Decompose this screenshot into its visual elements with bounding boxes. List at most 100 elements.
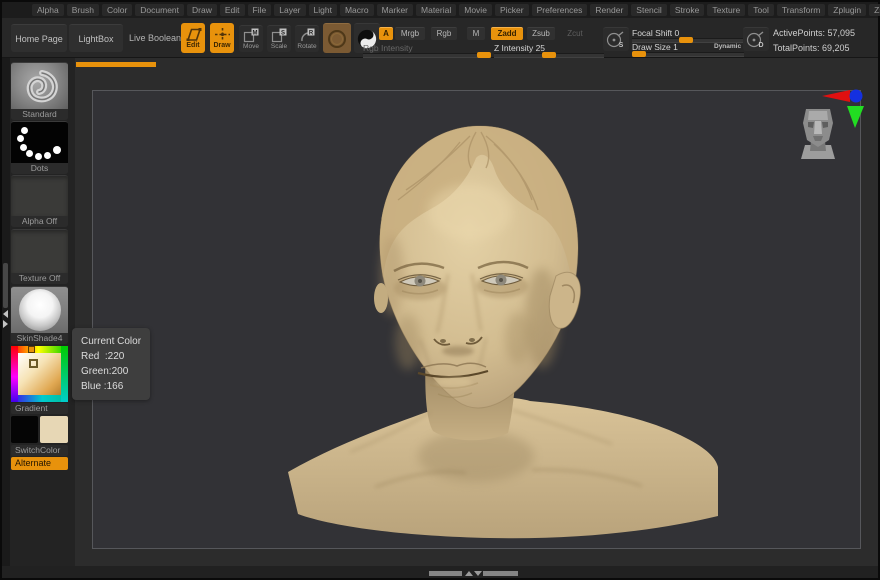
lightbox-drag-bar[interactable]: [76, 62, 156, 67]
alpha-selector[interactable]: Alpha Off: [11, 175, 68, 227]
texture-selector[interactable]: Texture Off: [11, 229, 68, 284]
gradient-label[interactable]: Gradient: [11, 403, 68, 414]
bottom-divider-left-bar[interactable]: [429, 571, 462, 576]
top-shelf: Home Page LightBox Live Boolean Edit Dra…: [2, 18, 878, 58]
hue-ring-right[interactable]: [61, 346, 68, 402]
tray-collapse-left-icon[interactable]: [3, 310, 8, 318]
edit-button[interactable]: Edit: [181, 23, 205, 53]
bottom-tray-divider: [2, 566, 878, 578]
menu-item-material[interactable]: Material: [416, 4, 456, 17]
menu-item-marker[interactable]: Marker: [377, 4, 413, 17]
switch-color-label[interactable]: SwitchColor: [11, 445, 68, 456]
standard-brush-thumbnail[interactable]: [11, 63, 68, 109]
material-selector[interactable]: SkinShade4: [11, 286, 68, 344]
zsub-toggle[interactable]: Zsub: [527, 27, 555, 40]
bottom-divider-right-bar[interactable]: [483, 571, 518, 576]
svg-text:D: D: [758, 42, 763, 49]
paint-a-toggle[interactable]: A: [379, 27, 393, 40]
secondary-color-swatch[interactable]: [40, 416, 68, 443]
current-brush-button[interactable]: [323, 23, 351, 53]
menu-item-stroke[interactable]: Stroke: [670, 4, 705, 17]
stroke-popup-button[interactable]: S: [603, 27, 629, 51]
active-points-stat: ActivePoints: 57,095: [773, 28, 855, 38]
svg-text:M: M: [253, 30, 258, 36]
scale-icon: S: [271, 28, 287, 43]
menu-item-stencil[interactable]: Stencil: [631, 4, 667, 17]
scale-button[interactable]: S Scale: [267, 25, 291, 52]
menu-item-render[interactable]: Render: [590, 4, 628, 17]
hue-ring-bottom[interactable]: [11, 395, 68, 402]
menu-item-movie[interactable]: Movie: [459, 4, 492, 17]
sculpt-model[interactable]: [280, 90, 720, 550]
edit-label: Edit: [186, 42, 199, 49]
dynamic-label[interactable]: Dynamic: [714, 43, 741, 50]
tray-expand-right-icon[interactable]: [3, 320, 8, 328]
move-button[interactable]: M Move: [239, 25, 263, 52]
mrgb-toggle[interactable]: Mrgb: [395, 27, 425, 40]
tray-close-down-icon[interactable]: [474, 571, 482, 576]
move-label: Move: [243, 44, 259, 51]
menu-item-zscript[interactable]: Zscript: [869, 4, 880, 17]
edit-quad-icon: [185, 28, 202, 41]
rotate-icon: R: [299, 28, 315, 43]
scale-label: Scale: [271, 44, 287, 51]
tray-scrollbar[interactable]: [2, 58, 10, 566]
saturation-value-square[interactable]: [18, 353, 61, 395]
brush-selector[interactable]: Standard: [11, 62, 68, 120]
menu-item-alpha[interactable]: Alpha: [32, 4, 64, 17]
menu-item-brush[interactable]: Brush: [67, 4, 99, 17]
color-picker[interactable]: [11, 346, 68, 402]
z-axis-dot-icon: [850, 90, 863, 103]
hue-ring-top[interactable]: [11, 346, 68, 353]
menu-item-macro[interactable]: Macro: [340, 4, 374, 17]
menu-item-picker[interactable]: Picker: [495, 4, 529, 17]
hue-ring-left[interactable]: [11, 346, 18, 402]
z-intensity-slider[interactable]: Z Intensity 25: [494, 43, 604, 58]
menu-item-document[interactable]: Document: [135, 4, 184, 17]
menu-item-transform[interactable]: Transform: [777, 4, 825, 17]
left-tray: Standard Dots Alpha Off Texture Off: [2, 58, 75, 566]
draw-size-handle[interactable]: [632, 51, 646, 57]
draw-button[interactable]: Draw: [210, 23, 234, 53]
menu-item-zplugin[interactable]: Zplugin: [828, 4, 866, 17]
texture-off-thumbnail[interactable]: [11, 230, 68, 273]
draw-size-popup-button[interactable]: D: [743, 27, 769, 51]
zcut-toggle[interactable]: Zcut: [561, 27, 589, 40]
main-color-swatch[interactable]: [11, 416, 38, 443]
draw-label: Draw: [213, 42, 230, 49]
tooltip-green-value: Green:200: [81, 364, 141, 379]
rgb-intensity-slider[interactable]: Rgb Intensity: [363, 43, 491, 58]
viewport-area[interactable]: [75, 58, 878, 566]
tooltip-blue-value: Blue :166: [81, 379, 141, 394]
tray-scroll-thumb[interactable]: [3, 263, 8, 308]
menu-item-preferences[interactable]: Preferences: [532, 4, 588, 17]
tool-preview-thumbnail[interactable]: [798, 103, 838, 161]
home-page-button[interactable]: Home Page: [11, 24, 67, 52]
alternate-button[interactable]: Alternate: [11, 457, 68, 470]
menu-item-edit[interactable]: Edit: [220, 4, 245, 17]
lightbox-button[interactable]: LightBox: [69, 24, 123, 52]
menu-item-layer[interactable]: Layer: [274, 4, 305, 17]
alpha-off-thumbnail[interactable]: [11, 176, 68, 216]
tray-open-up-icon[interactable]: [465, 571, 473, 576]
focal-shift-slider[interactable]: Focal Shift 0: [632, 28, 744, 43]
menu-item-file[interactable]: File: [248, 4, 272, 17]
menu-item-tool[interactable]: Tool: [748, 4, 774, 17]
texture-name-label: Texture Off: [11, 273, 68, 284]
m-toggle[interactable]: M: [467, 27, 485, 40]
live-boolean-button[interactable]: Live Boolean: [125, 24, 185, 52]
sv-cursor: [29, 359, 38, 368]
rotate-button[interactable]: R Rotate: [295, 25, 319, 52]
skinshade-thumbnail[interactable]: [11, 287, 68, 333]
menu-item-light[interactable]: Light: [309, 4, 337, 17]
total-points-stat: TotalPoints: 69,205: [773, 43, 850, 53]
stroke-selector[interactable]: Dots: [11, 121, 68, 174]
menu-item-texture[interactable]: Texture: [707, 4, 745, 17]
dots-stroke-thumbnail[interactable]: [11, 122, 68, 163]
rgb-toggle[interactable]: Rgb: [431, 27, 457, 40]
menu-item-draw[interactable]: Draw: [187, 4, 217, 17]
zadd-toggle[interactable]: Zadd: [491, 27, 523, 40]
menu-item-color[interactable]: Color: [102, 4, 132, 17]
svg-text:R: R: [309, 30, 314, 36]
hue-cursor: [28, 346, 35, 353]
